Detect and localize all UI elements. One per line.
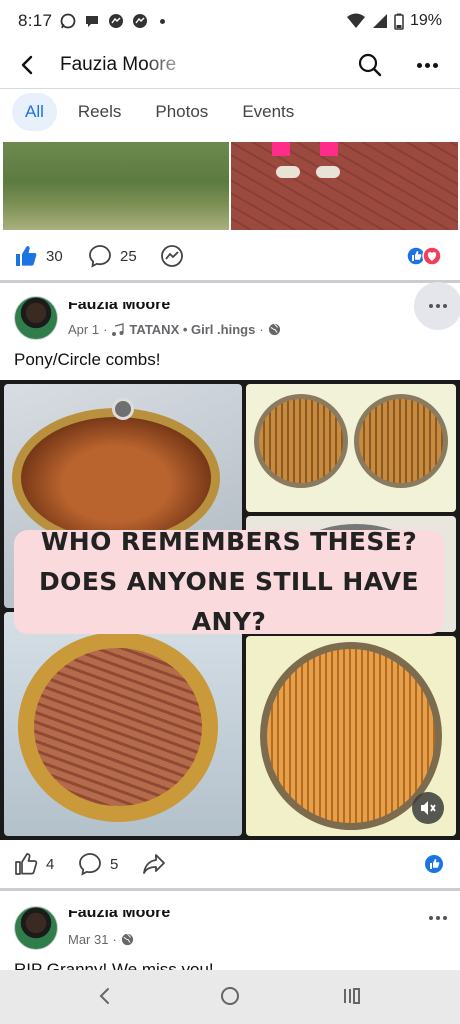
post2-like-count: 4: [46, 855, 55, 873]
globe-icon: [268, 323, 280, 336]
notification-dot-icon: [160, 18, 166, 24]
photo-detail-2: [320, 142, 338, 156]
status-bar: 8:17 19%: [0, 0, 460, 42]
system-nav-bar: [0, 970, 460, 1024]
like-icon: [15, 853, 38, 875]
post2-more-icon[interactable]: [414, 282, 460, 330]
like-filled-icon: [16, 246, 37, 266]
back-icon[interactable]: [14, 51, 42, 79]
title-redaction: [150, 50, 240, 76]
search-icon[interactable]: [356, 51, 384, 79]
post2-actions: 4 5: [0, 842, 460, 886]
music-icon: [112, 322, 125, 336]
post3-date[interactable]: Mar 31: [68, 932, 108, 947]
status-time: 8:17: [18, 11, 53, 30]
post-separator: [0, 280, 460, 283]
comment-icon: [89, 245, 111, 268]
avatar[interactable]: [14, 296, 58, 340]
comb-ring-small-2: [354, 394, 448, 488]
post2-reaction-summary[interactable]: [424, 854, 444, 874]
photo-shoe-2: [316, 166, 340, 178]
post3-more-icon[interactable]: [414, 894, 460, 942]
love-reaction-icon: [422, 246, 442, 266]
comment-icon: [79, 853, 101, 876]
post3-meta: Mar 31 ·: [68, 932, 134, 947]
post2-date[interactable]: Apr 1: [68, 322, 99, 337]
globe-icon: [121, 933, 133, 946]
comment-button[interactable]: 25: [88, 244, 137, 268]
name-redaction: [66, 296, 266, 302]
top-bar: Fauzia Moore: [0, 42, 460, 88]
wifi-icon: [346, 13, 365, 28]
comb-clasp: [112, 398, 134, 420]
mute-icon[interactable]: [412, 792, 444, 824]
send-button[interactable]: [160, 244, 184, 268]
header-divider: [0, 88, 460, 89]
comb-ring-small: [254, 394, 348, 488]
tab-all[interactable]: All: [12, 93, 57, 131]
battery-icon: [394, 13, 404, 30]
messenger-icon: [161, 245, 183, 267]
post2-like-button[interactable]: 4: [14, 852, 54, 876]
comb-photo-2: [246, 384, 456, 512]
image-caption: WHO REMEMBERS THESE? DOES ANYONE STILL H…: [14, 527, 444, 636]
comment-count: 25: [120, 247, 137, 265]
battery-percent: 19%: [409, 12, 442, 29]
nav-recents-icon[interactable]: [341, 985, 363, 1012]
comb-photo-4: [4, 612, 242, 836]
photo-detail: [272, 142, 290, 156]
comb-ring-4: [18, 632, 218, 822]
post2-image[interactable]: WHO REMEMBERS THESE? DOES ANYONE STILL H…: [0, 380, 460, 840]
reaction-summary[interactable]: [406, 246, 442, 266]
share-button[interactable]: [142, 852, 166, 876]
share-icon: [143, 854, 165, 874]
nav-back-icon[interactable]: [94, 985, 116, 1012]
post2-music[interactable]: TATANX • Girl .hings: [129, 322, 255, 337]
post1-reactions: 30 25: [0, 234, 460, 278]
post-photo-grass[interactable]: [3, 142, 229, 230]
avatar[interactable]: [14, 906, 58, 950]
post-photo-brick[interactable]: [231, 142, 458, 230]
like-button[interactable]: 30: [14, 244, 63, 268]
like-count: 30: [46, 247, 63, 265]
tab-events[interactable]: Events: [229, 93, 307, 131]
tab-reels[interactable]: Reels: [65, 93, 134, 131]
like-reaction-icon: [425, 855, 443, 873]
whatsapp-icon: [60, 13, 76, 29]
tab-photos[interactable]: Photos: [142, 93, 221, 131]
post2-comment-button[interactable]: 5: [78, 852, 118, 876]
more-options-icon[interactable]: [412, 51, 442, 79]
messenger-status-icon: [109, 14, 124, 28]
name-redaction-2: [66, 904, 266, 910]
signal-icon: [372, 14, 387, 28]
chat-bubble-icon: [86, 16, 99, 27]
filter-tabs: All Reels Photos Events: [12, 92, 307, 132]
photo-shoe: [276, 166, 300, 178]
nav-home-icon[interactable]: [219, 985, 241, 1012]
post2-comment-count: 5: [110, 855, 119, 873]
post2-meta: Apr 1 · TATANX • Girl .hings ·: [68, 322, 281, 337]
post2-text: Pony/Circle combs!: [14, 350, 161, 369]
messenger-status-icon-2: [133, 14, 148, 28]
post-separator-2: [0, 888, 460, 891]
